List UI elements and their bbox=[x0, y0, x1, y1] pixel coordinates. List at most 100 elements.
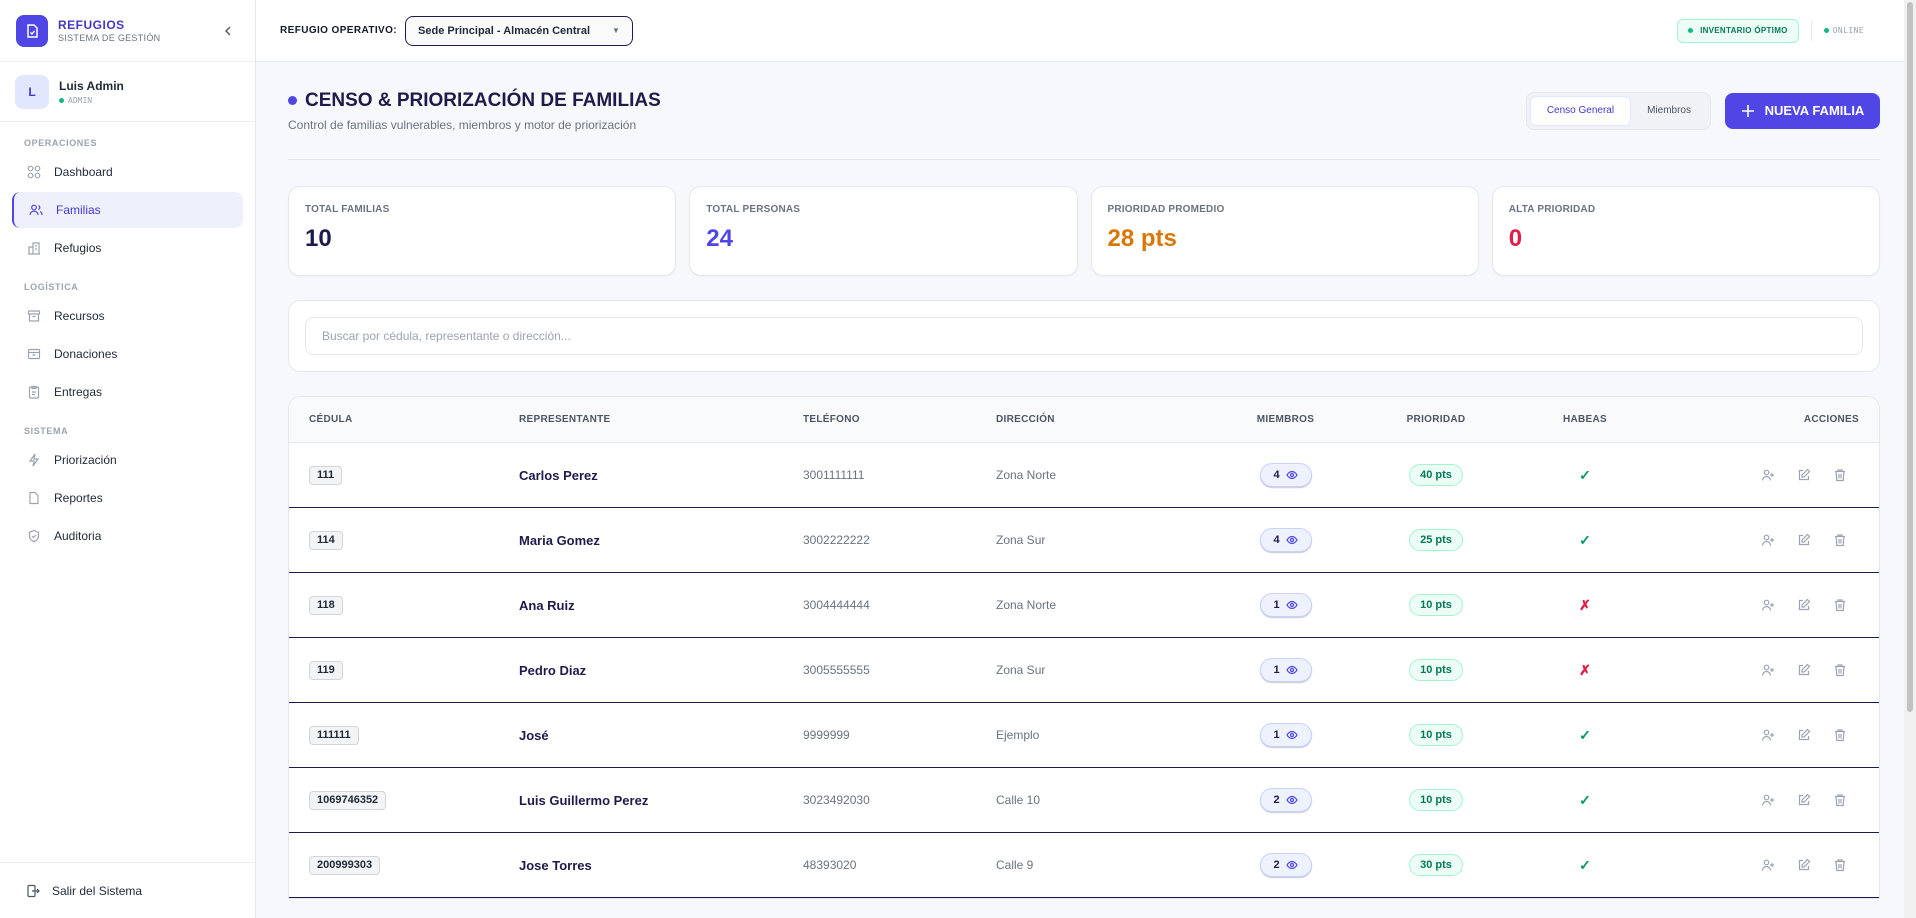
stat-card-prioridad-promedio: PRIORIDAD PROMEDIO 28 pts bbox=[1090, 186, 1479, 276]
view-members-button[interactable]: 1 bbox=[1259, 723, 1312, 747]
table-row[interactable]: 1069746352 Luis Guillermo Perez 30234920… bbox=[289, 768, 1879, 833]
page-subtitle: Control de familias vulnerables, miembro… bbox=[288, 117, 637, 132]
edit-button[interactable] bbox=[1795, 661, 1813, 679]
sidebar-item-refugios[interactable]: Refugios bbox=[12, 230, 243, 266]
view-members-button[interactable]: 1 bbox=[1259, 593, 1312, 617]
add-member-button[interactable] bbox=[1759, 726, 1777, 744]
members-count: 1 bbox=[1273, 664, 1280, 676]
edit-button[interactable] bbox=[1795, 726, 1813, 744]
logout-button[interactable]: Salir del Sistema bbox=[0, 862, 255, 918]
sidebar-item-auditoria[interactable]: Auditoria bbox=[12, 518, 243, 554]
families-table: CÉDULA REPRESENTANTE TELÉFONO DIRECCIÓN … bbox=[288, 396, 1880, 899]
new-family-button[interactable]: NUEVA FAMILIA bbox=[1725, 92, 1880, 129]
edit-button[interactable] bbox=[1795, 466, 1813, 484]
add-member-button[interactable] bbox=[1759, 791, 1777, 809]
user-plus-icon bbox=[1761, 664, 1774, 676]
direccion-cell: Zona Norte bbox=[996, 468, 1057, 482]
add-member-button[interactable] bbox=[1759, 596, 1777, 614]
nav-section-logistica: LOGÍSTICA Recursos Donaciones Entregas bbox=[0, 282, 255, 410]
edit-icon bbox=[1798, 533, 1811, 546]
refugio-select[interactable]: Sede Principal - Almacén Central ▼ bbox=[405, 15, 633, 46]
table-header: CÉDULA REPRESENTANTE TELÉFONO DIRECCIÓN … bbox=[289, 397, 1879, 443]
scrollbar-thumb[interactable] bbox=[1907, 2, 1913, 712]
view-members-button[interactable]: 1 bbox=[1259, 658, 1312, 682]
column-header-prioridad[interactable]: PRIORIDAD bbox=[1357, 414, 1515, 425]
tab-miembros[interactable]: Miembros bbox=[1631, 96, 1707, 126]
edit-button[interactable] bbox=[1795, 856, 1813, 874]
add-member-button[interactable] bbox=[1759, 531, 1777, 549]
avatar: L bbox=[15, 74, 49, 109]
sidebar-item-reportes[interactable]: Reportes bbox=[12, 480, 243, 516]
column-header-cedula[interactable]: CÉDULA bbox=[309, 414, 519, 425]
view-members-button[interactable]: 4 bbox=[1259, 463, 1312, 487]
page-header: CENSO & PRIORIZACIÓN DE FAMILIAS Control… bbox=[288, 62, 1880, 160]
trash-icon bbox=[1835, 729, 1845, 742]
grid-icon bbox=[26, 164, 42, 180]
caret-down-icon: ▼ bbox=[612, 26, 620, 35]
eye-icon bbox=[1285, 534, 1298, 546]
sidebar-item-label: Auditoria bbox=[54, 529, 102, 543]
edit-button[interactable] bbox=[1795, 791, 1813, 809]
trash-icon bbox=[1835, 794, 1845, 807]
members-count: 1 bbox=[1273, 729, 1280, 741]
eye-icon bbox=[1285, 599, 1298, 611]
edit-button[interactable] bbox=[1795, 596, 1813, 614]
tab-censo-general[interactable]: Censo General bbox=[1529, 95, 1632, 126]
sidebar-item-recursos[interactable]: Recursos bbox=[12, 298, 243, 334]
sidebar-item-entregas[interactable]: Entregas bbox=[12, 374, 243, 410]
trash-icon bbox=[1835, 599, 1845, 612]
delete-button[interactable] bbox=[1831, 856, 1849, 874]
sidebar-item-dashboard[interactable]: Dashboard bbox=[12, 154, 243, 190]
column-header-direccion[interactable]: DIRECCIÓN bbox=[996, 414, 1214, 425]
table-body: 111 Carlos Perez 3001111111 Zona Norte 4… bbox=[289, 443, 1879, 898]
delete-button[interactable] bbox=[1831, 466, 1849, 484]
telefono-cell: 48393020 bbox=[803, 858, 857, 872]
delete-button[interactable] bbox=[1831, 661, 1849, 679]
box-icon bbox=[26, 346, 42, 362]
delete-button[interactable] bbox=[1831, 726, 1849, 744]
collapse-sidebar-button[interactable] bbox=[217, 20, 239, 42]
table-row[interactable]: 118 Ana Ruiz 3004444444 Zona Norte 1 10 … bbox=[289, 573, 1879, 638]
sidebar-item-label: Priorización bbox=[54, 453, 117, 467]
brand-header: REFUGIOS SISTEMA DE GESTIÓN bbox=[0, 0, 255, 62]
column-header-habeas[interactable]: HABEAS bbox=[1515, 414, 1655, 425]
stat-label: TOTAL FAMILIAS bbox=[305, 204, 390, 215]
delete-button[interactable] bbox=[1831, 596, 1849, 614]
delete-button[interactable] bbox=[1831, 791, 1849, 809]
table-row[interactable]: 200999303 Jose Torres 48393020 Calle 9 2… bbox=[289, 833, 1879, 898]
trash-icon bbox=[1835, 859, 1845, 872]
sidebar-item-familias[interactable]: Familias bbox=[12, 192, 243, 228]
direccion-cell: Ejemplo bbox=[996, 728, 1040, 742]
column-header-miembros[interactable]: MIEMBROS bbox=[1214, 414, 1357, 425]
add-member-button[interactable] bbox=[1759, 856, 1777, 874]
add-member-button[interactable] bbox=[1759, 466, 1777, 484]
delete-button[interactable] bbox=[1831, 531, 1849, 549]
members-count: 4 bbox=[1273, 534, 1280, 546]
table-row[interactable]: 114 Maria Gomez 3002222222 Zona Sur 4 25… bbox=[289, 508, 1879, 573]
view-members-button[interactable]: 2 bbox=[1259, 853, 1312, 877]
eye-icon bbox=[1285, 729, 1298, 741]
column-header-representante[interactable]: REPRESENTANTE bbox=[519, 414, 803, 425]
sidebar-item-label: Reportes bbox=[54, 491, 103, 505]
add-member-button[interactable] bbox=[1759, 661, 1777, 679]
sidebar-item-priorizacion[interactable]: Priorización bbox=[12, 442, 243, 478]
view-toggle: Censo General Miembros bbox=[1525, 91, 1711, 130]
members-count: 2 bbox=[1273, 794, 1280, 806]
sidebar-item-donaciones[interactable]: Donaciones bbox=[12, 336, 243, 372]
table-row[interactable]: 111 Carlos Perez 3001111111 Zona Norte 4… bbox=[289, 443, 1879, 508]
view-members-button[interactable]: 2 bbox=[1259, 788, 1312, 812]
priority-badge: 25 pts bbox=[1409, 529, 1463, 551]
search-input[interactable] bbox=[305, 317, 1863, 355]
nav-section-label: LOGÍSTICA bbox=[24, 282, 79, 292]
edit-button[interactable] bbox=[1795, 531, 1813, 549]
view-members-button[interactable]: 4 bbox=[1259, 528, 1312, 552]
page-scrollbar[interactable] bbox=[1904, 0, 1916, 918]
column-header-telefono[interactable]: TELÉFONO bbox=[803, 414, 996, 425]
table-row[interactable]: 111111 José 9999999 Ejemplo 1 10 pts ✓ bbox=[289, 703, 1879, 768]
user-plus-icon bbox=[1761, 859, 1774, 871]
file-icon bbox=[26, 490, 42, 506]
table-row[interactable]: 119 Pedro Diaz 3005555555 Zona Sur 1 10 … bbox=[289, 638, 1879, 703]
stat-card-total-personas: TOTAL PERSONAS 24 bbox=[689, 186, 1078, 276]
habeas-status: ✓ bbox=[1579, 726, 1591, 743]
nav-section-sistema: SISTEMA Priorización Reportes Auditoria bbox=[0, 426, 255, 554]
